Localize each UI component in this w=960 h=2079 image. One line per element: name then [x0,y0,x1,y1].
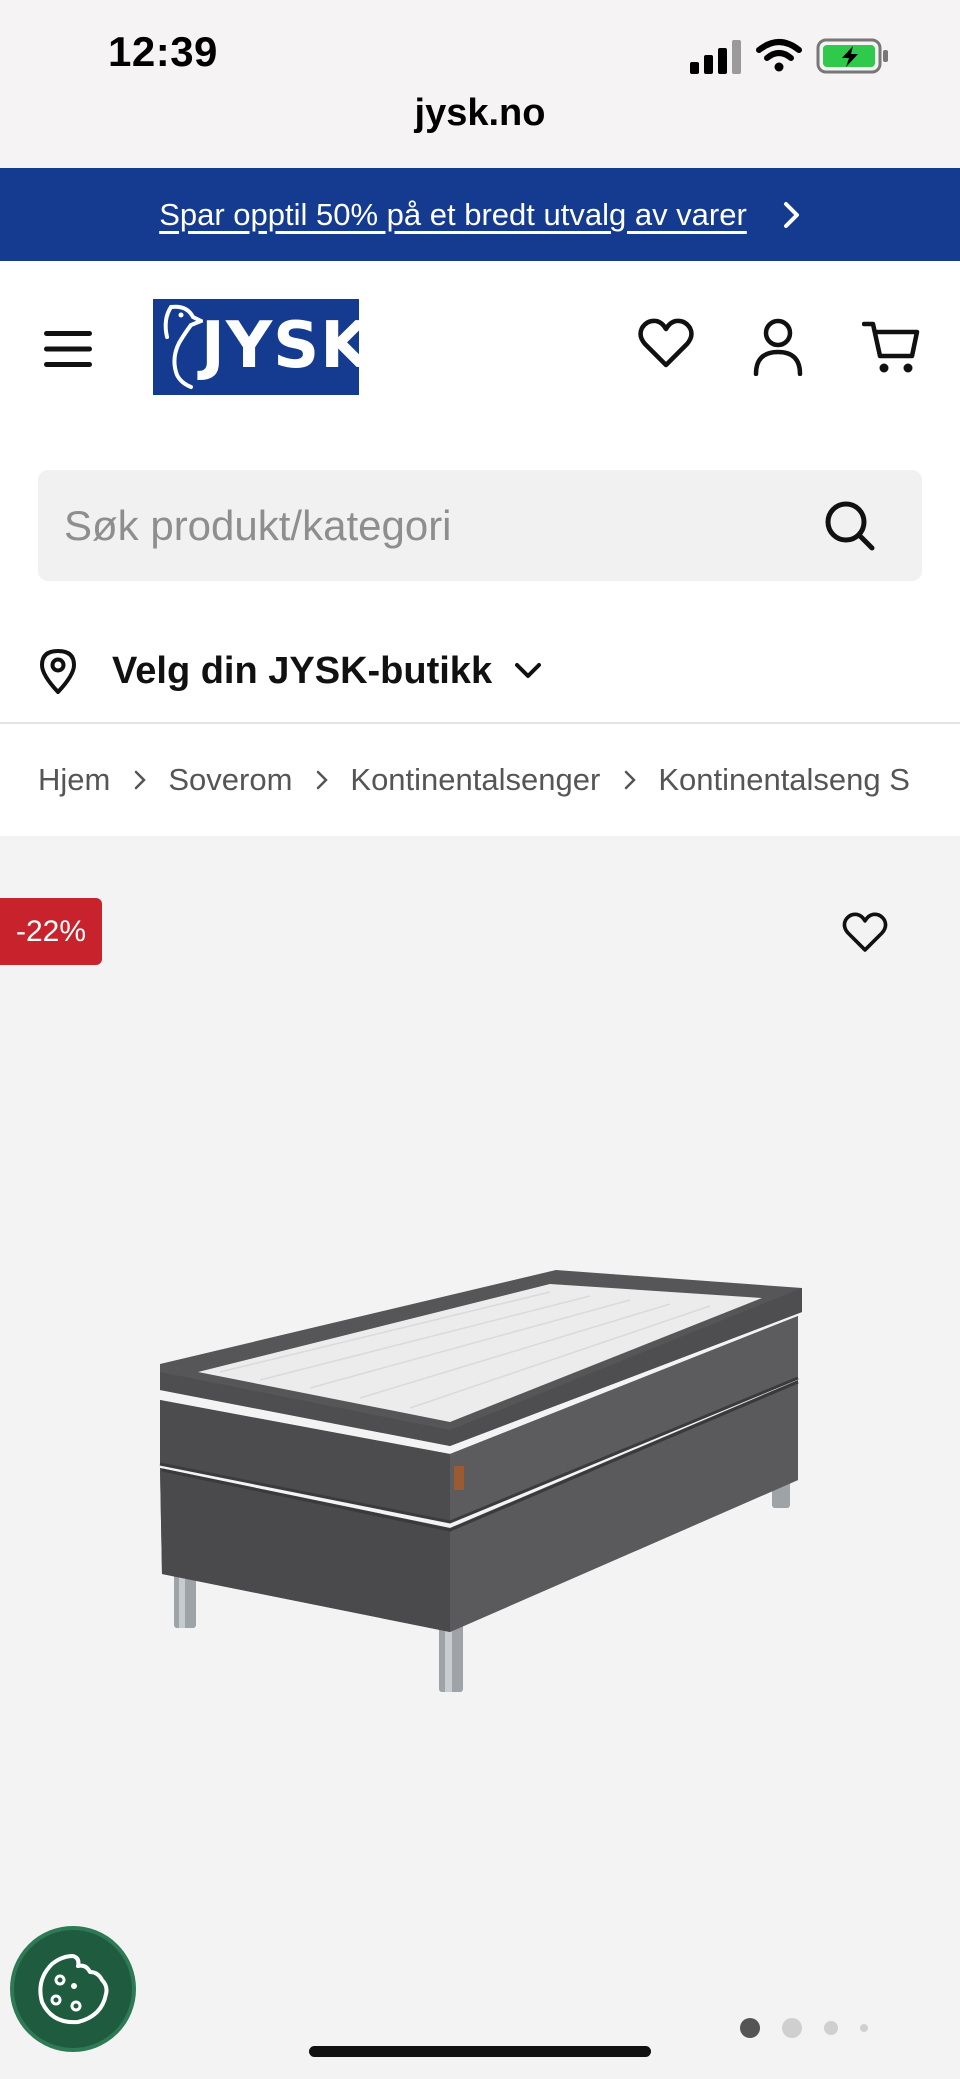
pagination-dot[interactable] [860,2024,868,2032]
cart-icon[interactable] [862,318,920,376]
heart-icon[interactable] [638,318,694,370]
goose-icon [163,304,203,389]
pagination-dot[interactable] [782,2018,802,2038]
home-indicator [309,2046,651,2057]
chevron-down-icon [515,663,542,678]
signal-icon [690,40,741,74]
chevron-right-icon [783,201,799,228]
breadcrumb: Hjem Soverom Kontinentalsenger Kontinent… [38,758,922,802]
chevron-right-icon [316,770,329,790]
status-bar [0,0,960,168]
logo-text: JYSK [201,309,371,383]
store-selector-label: Velg din JYSK-butikk [112,649,493,692]
promo-text[interactable]: Spar opptil 50% på et bredt utvalg av va… [159,197,747,233]
pagination-dot-active[interactable] [740,2018,760,2038]
chevron-right-icon [134,770,147,790]
promo-banner[interactable]: Spar opptil 50% på et bredt utvalg av va… [0,168,960,261]
browser-url[interactable]: jysk.no [0,92,960,135]
search-icon[interactable] [824,500,876,552]
wifi-icon [756,39,802,72]
search-input[interactable] [64,470,824,581]
discount-badge: -22% [0,898,102,965]
cookie-settings-button[interactable] [10,1926,136,2052]
jysk-logo[interactable]: JYSK [153,299,370,395]
breadcrumb-item[interactable]: Kontinentalseng S [658,762,910,798]
breadcrumb-item[interactable]: Soverom [168,762,292,798]
cookie-icon [38,1954,109,2025]
breadcrumb-item[interactable]: Hjem [38,762,110,798]
divider [0,722,960,724]
store-selector[interactable]: Velg din JYSK-butikk [38,640,542,702]
site-header [0,261,960,431]
product-image[interactable] [150,1260,810,1700]
battery-icon [816,38,888,74]
user-icon[interactable] [752,318,804,376]
chevron-right-icon [624,770,637,790]
pagination-dot[interactable] [824,2021,838,2035]
breadcrumb-item[interactable]: Kontinentalsenger [350,762,600,798]
image-pagination[interactable] [740,2018,890,2038]
search-bar [38,470,922,581]
menu-icon[interactable] [44,329,92,369]
status-time: 12:39 [108,28,218,75]
location-pin-icon [40,649,76,694]
heart-icon[interactable] [842,912,888,954]
